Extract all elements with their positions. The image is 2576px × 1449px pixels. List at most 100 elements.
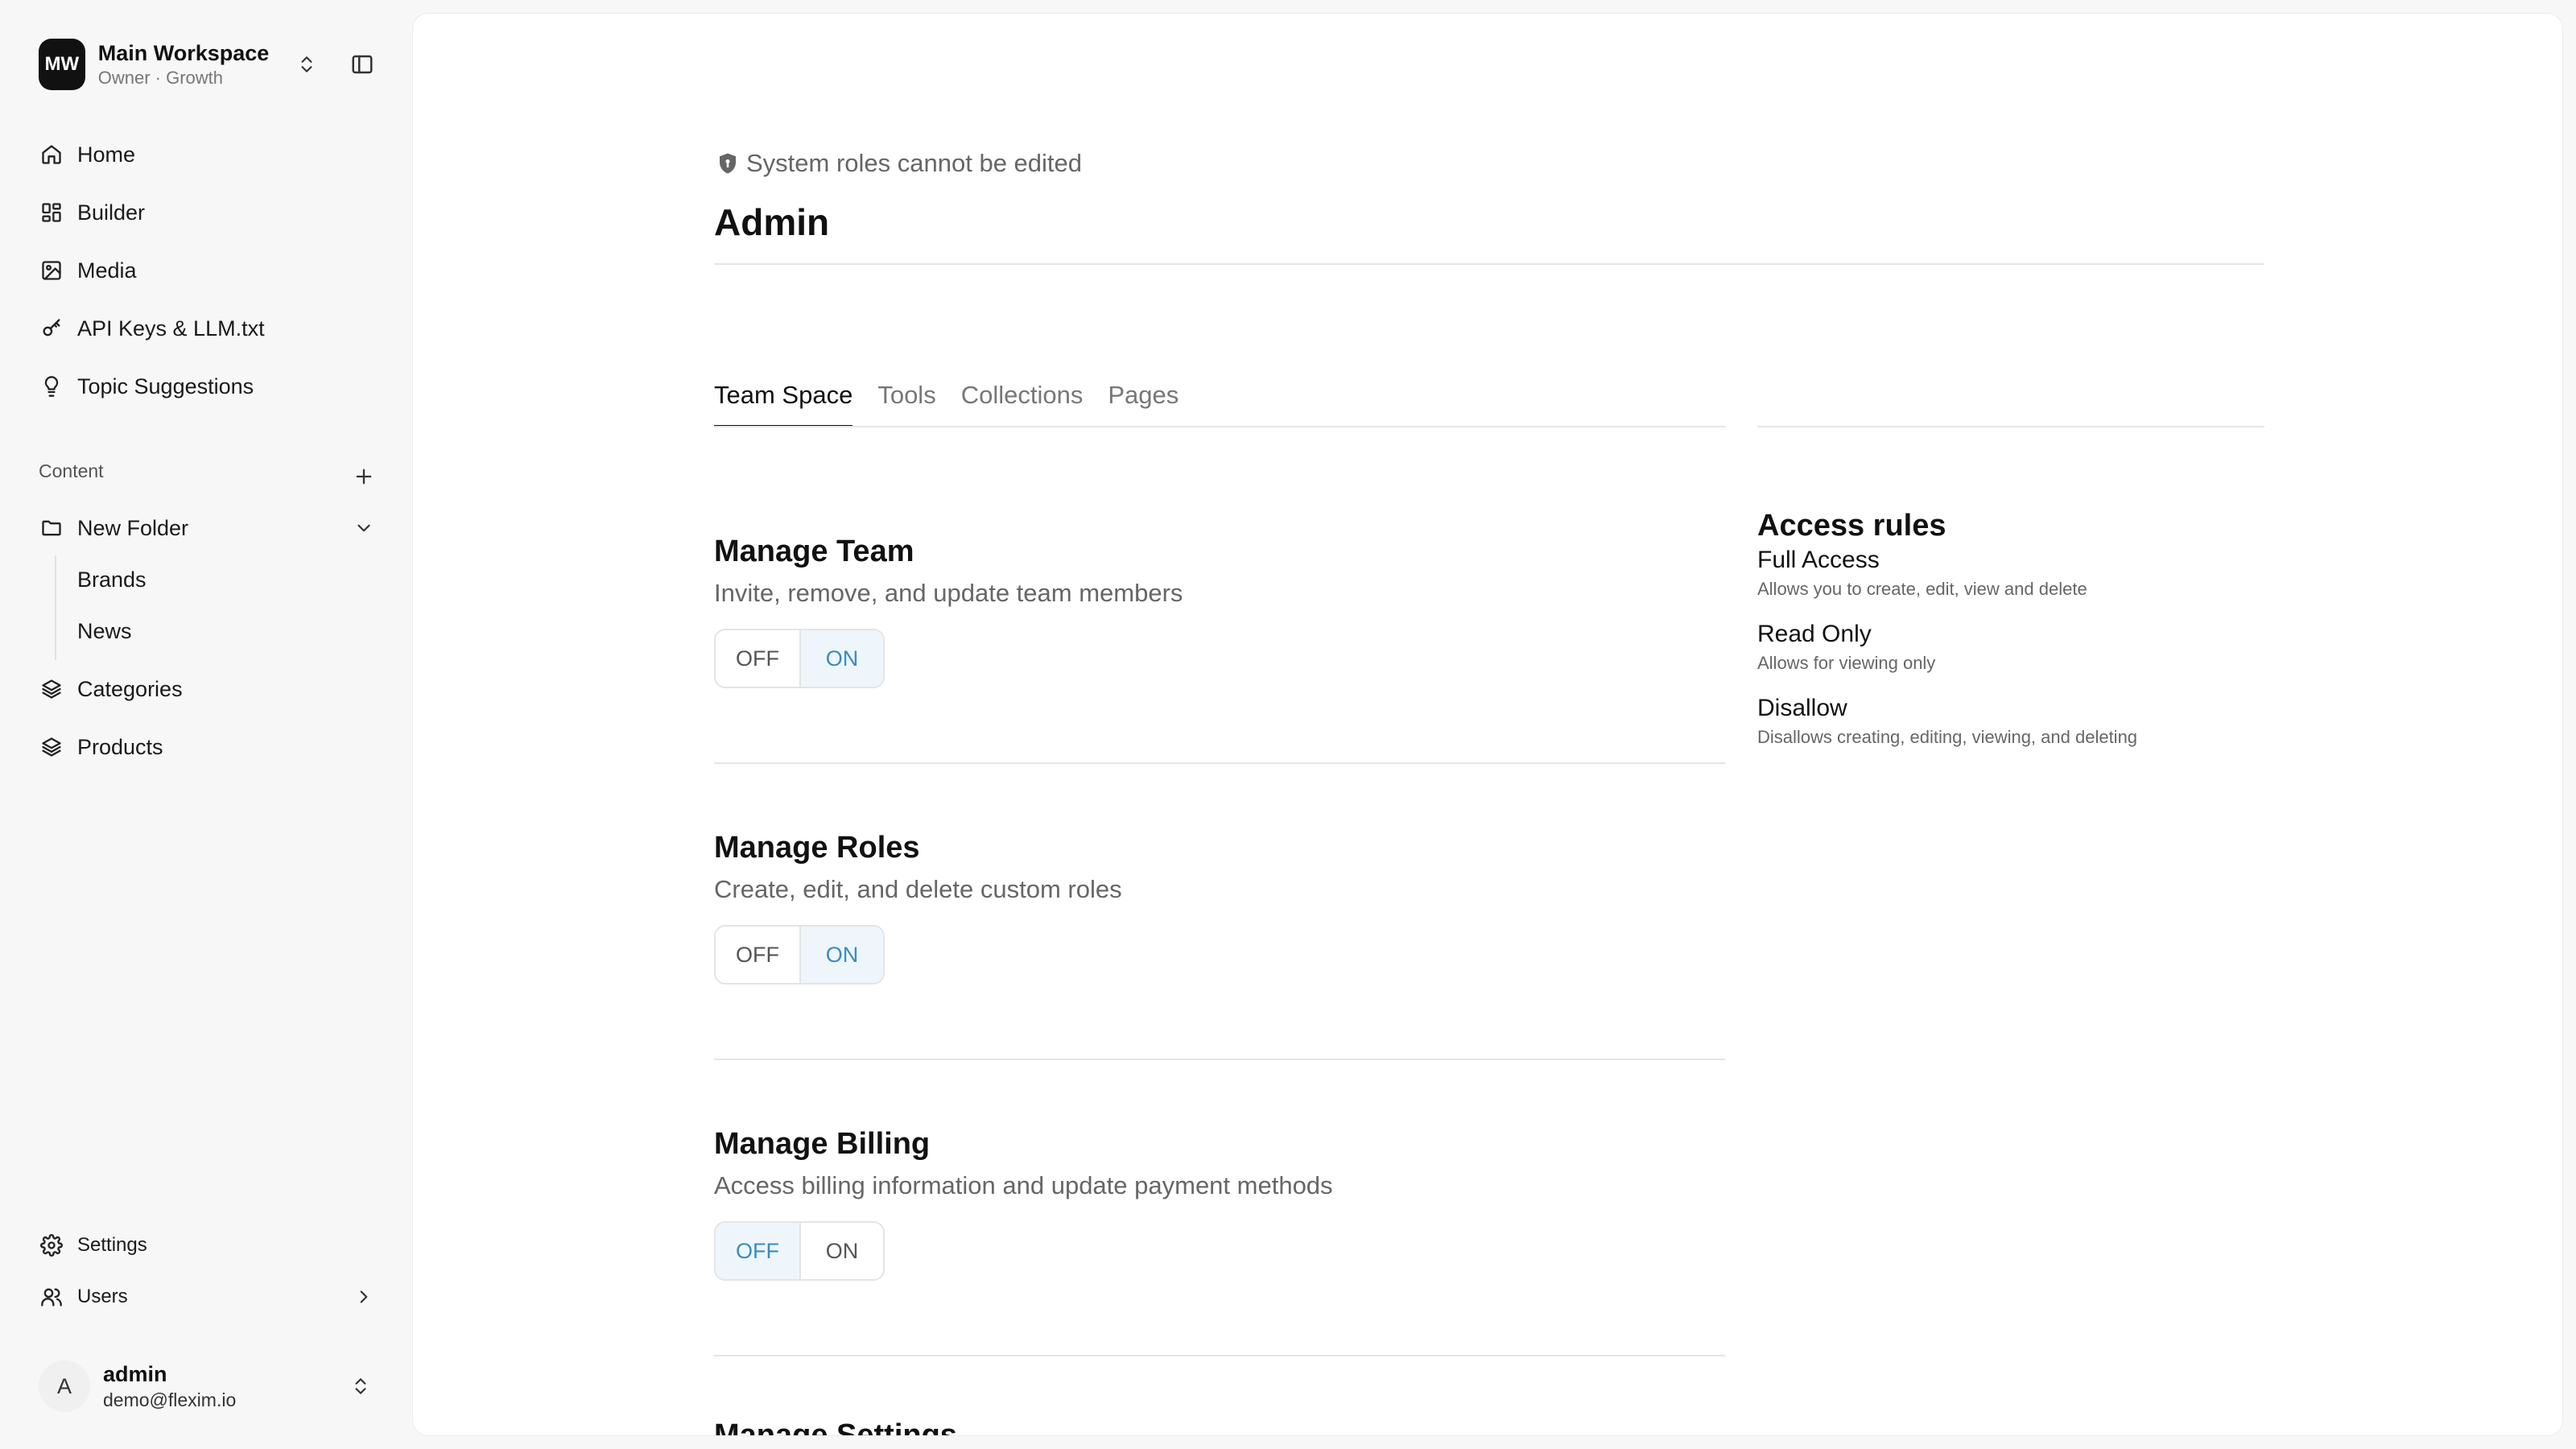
access-rules-panel: Access rules Full Access Allows you to c…: [1757, 506, 2264, 767]
sidebar-item-label: Products: [77, 734, 163, 759]
manage-team-toggle: OFF ON: [714, 629, 885, 688]
sidebar-item-api-keys[interactable]: API Keys & LLM.txt: [39, 306, 380, 351]
chevron-up-down-icon[interactable]: [341, 1367, 380, 1406]
access-rule-full-access: Full Access Allows you to create, edit, …: [1757, 545, 2264, 601]
role-editor: System roles cannot be edited Admin Team…: [714, 14, 2264, 1436]
workspace-switcher[interactable]: MW Main Workspace Owner · Growth: [39, 39, 380, 90]
permission-description: Invite, remove, and update team members: [714, 579, 1183, 607]
sidebar-item-label: New Folder: [77, 515, 189, 540]
users-icon: [39, 1284, 64, 1310]
sidebar-item-home[interactable]: Home: [39, 132, 380, 177]
toggle-on-button[interactable]: ON: [799, 1223, 883, 1279]
image-icon: [39, 258, 64, 283]
tab-pages[interactable]: Pages: [1108, 374, 1179, 427]
access-rules-divider: [1757, 426, 2264, 427]
permission-manage-team: Manage Team Invite, remove, and update t…: [714, 532, 1725, 688]
main-panel: System roles cannot be edited Admin Team…: [412, 13, 2563, 1436]
content-section-label: Content: [39, 460, 104, 481]
access-rule-name: Full Access: [1757, 547, 1880, 573]
permission-description: Create, edit, and delete custom roles: [714, 875, 1122, 903]
tab-collections[interactable]: Collections: [961, 374, 1084, 427]
access-rule-name: Disallow: [1757, 695, 1847, 721]
permission-description: Access billing information and update pa…: [714, 1171, 1333, 1199]
toggle-on-button[interactable]: ON: [799, 927, 883, 983]
tab-team-space[interactable]: Team Space: [714, 374, 853, 427]
sidebar-item-label: Settings: [77, 1234, 147, 1256]
add-content-icon[interactable]: [348, 460, 380, 493]
permission-manage-roles: Manage Roles Create, edit, and delete cu…: [714, 828, 1725, 985]
chevron-up-down-icon[interactable]: [289, 45, 324, 84]
tabs-divider: [714, 426, 1725, 427]
manage-roles-toggle: OFF ON: [714, 925, 885, 985]
permission-title: Manage Billing: [714, 1127, 931, 1161]
lightbulb-icon: [39, 374, 64, 399]
access-rule-description: Allows for viewing only: [1757, 653, 1936, 673]
shield-icon: [714, 150, 741, 177]
gear-icon: [39, 1232, 64, 1258]
sidebar-item-products[interactable]: Products: [39, 724, 380, 770]
workspace-logo: MW: [39, 39, 85, 90]
access-rule-read-only: Read Only Allows for viewing only: [1757, 619, 2264, 675]
workspace-plan: Owner · Growth: [97, 68, 224, 88]
permission-manage-billing: Manage Billing Access billing informatio…: [714, 1125, 1725, 1281]
user-info: admin demo@flexim.io: [103, 1360, 336, 1412]
tab-tools[interactable]: Tools: [877, 374, 935, 427]
sidebar-item-label: Media: [77, 258, 137, 283]
sidebar-item-categories[interactable]: Categories: [39, 667, 380, 712]
user-email: demo@flexim.io: [103, 1389, 237, 1410]
title-divider: [714, 263, 2264, 265]
avatar: A: [39, 1360, 90, 1412]
sidebar-folder-new-folder[interactable]: New Folder: [39, 506, 380, 551]
home-icon: [39, 142, 64, 167]
sidebar-item-label: Categories: [77, 676, 183, 701]
permission-title: Manage Team: [714, 535, 914, 568]
sidebar-item-label: Users: [77, 1286, 128, 1307]
section-divider: [714, 1059, 1725, 1060]
grid-icon: [39, 200, 64, 225]
access-rule-description: Allows you to create, edit, view and del…: [1757, 579, 2087, 599]
workspace-info: Main Workspace Owner · Growth: [98, 39, 280, 89]
app-root: MW Main Workspace Owner · Growth Home Bu: [0, 0, 2576, 1449]
sidebar-toggle-icon[interactable]: [345, 45, 380, 84]
page-title: Admin: [714, 201, 830, 243]
sidebar-item-settings[interactable]: Settings: [39, 1224, 380, 1267]
permission-tabs: Team Space Tools Collections Pages: [714, 374, 1203, 427]
access-rule-description: Disallows creating, editing, viewing, an…: [1757, 727, 2138, 747]
sidebar-item-builder[interactable]: Builder: [39, 190, 380, 235]
permission-manage-settings: Manage Settings: [714, 1416, 1725, 1436]
system-role-notice: System roles cannot be edited: [714, 149, 1082, 178]
sidebar-item-label: Builder: [77, 200, 146, 225]
chevron-down-icon[interactable]: [348, 512, 380, 544]
sidebar-item-media[interactable]: Media: [39, 248, 380, 293]
manage-billing-toggle: OFF ON: [714, 1221, 885, 1281]
sidebar-item-users[interactable]: Users: [39, 1275, 380, 1319]
section-divider: [714, 1355, 1725, 1356]
sidebar-subitem-news[interactable]: News: [77, 611, 375, 651]
toggle-on-button[interactable]: ON: [799, 630, 883, 687]
permission-title: Manage Settings: [714, 1418, 957, 1436]
access-rule-name: Read Only: [1757, 621, 1872, 647]
user-menu[interactable]: A admin demo@flexim.io: [39, 1356, 380, 1417]
sidebar-item-label: Topic Suggestions: [77, 374, 254, 398]
user-name: admin: [103, 1362, 167, 1386]
access-rule-disallow: Disallow Disallows creating, editing, vi…: [1757, 693, 2264, 749]
toggle-off-button[interactable]: OFF: [716, 927, 799, 983]
layers-icon: [39, 734, 64, 760]
chevron-right-icon: [348, 1281, 380, 1313]
toggle-off-button[interactable]: OFF: [716, 630, 799, 687]
folder-tree-line: [55, 555, 56, 660]
sidebar-subitem-brands[interactable]: Brands: [77, 559, 375, 600]
toggle-off-button[interactable]: OFF: [716, 1223, 799, 1279]
layers-icon: [39, 676, 64, 702]
notice-text: System roles cannot be edited: [746, 149, 1083, 177]
sidebar-item-label: Home: [77, 142, 136, 167]
folder-icon: [39, 515, 64, 541]
access-rules-title: Access rules: [1757, 509, 1946, 543]
section-divider: [714, 762, 1725, 764]
sidebar: MW Main Workspace Owner · Growth Home Bu: [0, 0, 411, 1449]
workspace-name: Main Workspace: [97, 41, 270, 65]
sidebar-item-label: API Keys & LLM.txt: [77, 316, 265, 341]
permission-title: Manage Roles: [714, 831, 920, 865]
key-icon: [39, 316, 64, 341]
sidebar-item-topic-suggestions[interactable]: Topic Suggestions: [39, 364, 380, 409]
